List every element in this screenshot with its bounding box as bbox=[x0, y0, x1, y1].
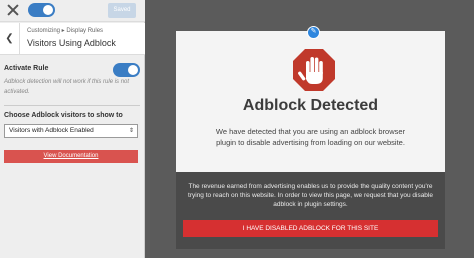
back-button[interactable]: ❮ bbox=[0, 23, 20, 55]
pencil-icon[interactable]: ✎ bbox=[307, 26, 320, 39]
visitors-select-value: Visitors with Adblock Enabled bbox=[9, 127, 94, 134]
select-arrows-icon: ⇕ bbox=[128, 128, 134, 134]
toggle-knob bbox=[43, 5, 53, 15]
toggle-knob bbox=[128, 65, 138, 75]
activate-rule-description: Adblock detection will not work if this … bbox=[4, 79, 130, 95]
customizer-topbar: Saved bbox=[0, 0, 145, 22]
choose-visitors-label: Choose Adblock visitors to show to bbox=[4, 112, 123, 119]
view-documentation-button[interactable]: View Documentation bbox=[4, 150, 138, 163]
saved-button[interactable]: Saved bbox=[108, 3, 136, 18]
chevron-left-icon: ❮ bbox=[5, 33, 14, 44]
revenue-notice: The revenue earned from advertising enab… bbox=[188, 183, 433, 208]
customizer-panel: Saved ❮ Customizing ▸ Display Rules Visi… bbox=[0, 0, 145, 258]
adblock-modal: Adblock Detected We have detected that y… bbox=[176, 26, 445, 249]
modal-title: Adblock Detected bbox=[242, 97, 379, 114]
close-icon[interactable] bbox=[6, 3, 20, 17]
stop-hand-icon bbox=[293, 49, 335, 91]
adblock-disabled-button[interactable]: I HAVE DISABLED ADBLOCK FOR THIS SITE bbox=[183, 220, 438, 237]
divider bbox=[4, 105, 140, 106]
modal-message: We have detected that you are using an a… bbox=[215, 127, 406, 147]
breadcrumb: Customizing ▸ Display Rules bbox=[27, 28, 104, 34]
section-header: ❮ Customizing ▸ Display Rules Visitors U… bbox=[0, 23, 145, 55]
visitors-select[interactable]: Visitors with Adblock Enabled ⇕ bbox=[4, 124, 138, 138]
modal-footer: The revenue earned from advertising enab… bbox=[176, 172, 445, 249]
section-title: Visitors Using Adblock bbox=[27, 38, 116, 48]
activate-rule-label: Activate Rule bbox=[4, 65, 49, 72]
modal-content: Adblock Detected We have detected that y… bbox=[176, 31, 445, 172]
publish-toggle[interactable] bbox=[28, 3, 55, 17]
activate-rule-toggle[interactable] bbox=[113, 63, 140, 77]
